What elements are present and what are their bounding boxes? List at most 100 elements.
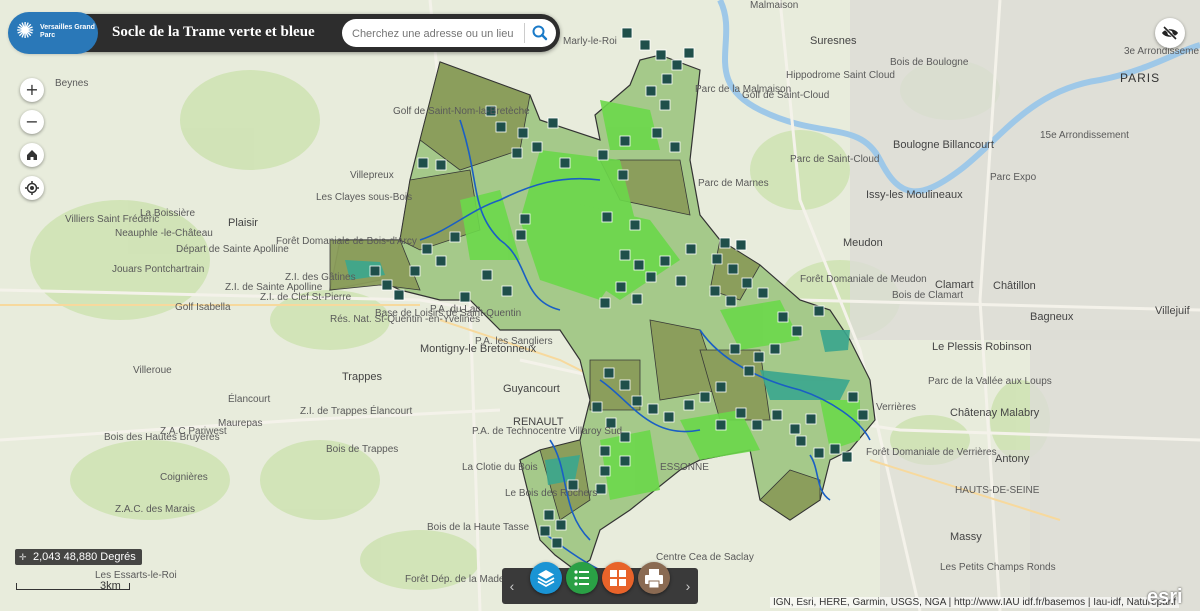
- map-marker-icon[interactable]: [805, 413, 817, 425]
- map-marker-icon[interactable]: [619, 455, 631, 467]
- map-marker-icon[interactable]: [685, 243, 697, 255]
- map-marker-icon[interactable]: [629, 219, 641, 231]
- map-marker-icon[interactable]: [743, 365, 755, 377]
- map-marker-icon[interactable]: [795, 435, 807, 447]
- map-marker-icon[interactable]: [633, 259, 645, 271]
- map-marker-icon[interactable]: [603, 367, 615, 379]
- map-marker-icon[interactable]: [771, 409, 783, 421]
- map-marker-icon[interactable]: [639, 39, 651, 51]
- map-marker-icon[interactable]: [789, 423, 801, 435]
- legend-button[interactable]: [566, 562, 598, 594]
- map-marker-icon[interactable]: [709, 285, 721, 297]
- map-marker-icon[interactable]: [393, 289, 405, 301]
- print-button[interactable]: [638, 562, 670, 594]
- map-marker-icon[interactable]: [661, 73, 673, 85]
- map-marker-icon[interactable]: [517, 127, 529, 139]
- map-marker-icon[interactable]: [597, 149, 609, 161]
- map-marker-icon[interactable]: [841, 451, 853, 463]
- map-marker-icon[interactable]: [769, 343, 781, 355]
- map-marker-icon[interactable]: [715, 381, 727, 393]
- map-marker-icon[interactable]: [459, 291, 471, 303]
- map-marker-icon[interactable]: [421, 243, 433, 255]
- map-marker-icon[interactable]: [515, 229, 527, 241]
- map-marker-icon[interactable]: [519, 213, 531, 225]
- map-marker-icon[interactable]: [559, 157, 571, 169]
- map-marker-icon[interactable]: [601, 211, 613, 223]
- map-marker-icon[interactable]: [619, 135, 631, 147]
- toolbar-next-button[interactable]: ›: [680, 576, 696, 596]
- map-marker-icon[interactable]: [813, 447, 825, 459]
- map-marker-icon[interactable]: [481, 269, 493, 281]
- map-marker-icon[interactable]: [621, 27, 633, 39]
- map-marker-icon[interactable]: [435, 159, 447, 171]
- map-marker-icon[interactable]: [651, 127, 663, 139]
- zoom-out-button[interactable]: −: [20, 110, 44, 134]
- map-marker-icon[interactable]: [599, 445, 611, 457]
- map-marker-icon[interactable]: [617, 169, 629, 181]
- map-canvas[interactable]: Malmaison Suresnes Marly-le-Roi Beynes G…: [0, 0, 1200, 611]
- map-marker-icon[interactable]: [615, 281, 627, 293]
- map-marker-icon[interactable]: [857, 409, 869, 421]
- map-marker-icon[interactable]: [675, 275, 687, 287]
- map-marker-icon[interactable]: [847, 391, 859, 403]
- map-marker-icon[interactable]: [531, 141, 543, 153]
- map-marker-icon[interactable]: [619, 379, 631, 391]
- map-marker-icon[interactable]: [599, 465, 611, 477]
- map-marker-icon[interactable]: [539, 525, 551, 537]
- layers-button[interactable]: [530, 562, 562, 594]
- map-marker-icon[interactable]: [369, 265, 381, 277]
- map-marker-icon[interactable]: [699, 391, 711, 403]
- map-marker-icon[interactable]: [449, 231, 461, 243]
- map-marker-icon[interactable]: [547, 117, 559, 129]
- map-marker-icon[interactable]: [777, 311, 789, 323]
- home-button[interactable]: [20, 143, 44, 167]
- map-marker-icon[interactable]: [599, 297, 611, 309]
- search-input[interactable]: [350, 24, 524, 44]
- map-marker-icon[interactable]: [719, 237, 731, 249]
- map-marker-icon[interactable]: [417, 157, 429, 169]
- map-marker-icon[interactable]: [645, 85, 657, 97]
- toggle-visibility-button[interactable]: [1155, 18, 1185, 48]
- map-marker-icon[interactable]: [683, 47, 695, 59]
- map-marker-icon[interactable]: [659, 99, 671, 111]
- map-marker-icon[interactable]: [751, 419, 763, 431]
- locate-button[interactable]: [20, 176, 44, 200]
- map-marker-icon[interactable]: [501, 285, 513, 297]
- toolbar-prev-button[interactable]: ‹: [504, 576, 520, 596]
- map-marker-icon[interactable]: [711, 253, 723, 265]
- search-button[interactable]: [530, 23, 550, 43]
- map-marker-icon[interactable]: [555, 519, 567, 531]
- map-marker-icon[interactable]: [671, 59, 683, 71]
- map-marker-icon[interactable]: [495, 121, 507, 133]
- map-marker-icon[interactable]: [735, 239, 747, 251]
- map-marker-icon[interactable]: [727, 263, 739, 275]
- map-marker-icon[interactable]: [659, 255, 671, 267]
- map-marker-icon[interactable]: [669, 141, 681, 153]
- map-marker-icon[interactable]: [791, 325, 803, 337]
- map-marker-icon[interactable]: [683, 399, 695, 411]
- map-marker-icon[interactable]: [655, 49, 667, 61]
- map-marker-icon[interactable]: [829, 443, 841, 455]
- map-marker-icon[interactable]: [631, 293, 643, 305]
- map-marker-icon[interactable]: [381, 279, 393, 291]
- map-marker-icon[interactable]: [619, 249, 631, 261]
- zoom-in-button[interactable]: +: [20, 78, 44, 102]
- map-marker-icon[interactable]: [595, 483, 607, 495]
- map-marker-icon[interactable]: [543, 509, 555, 521]
- map-marker-icon[interactable]: [741, 277, 753, 289]
- map-marker-icon[interactable]: [729, 343, 741, 355]
- map-marker-icon[interactable]: [757, 287, 769, 299]
- basemap-gallery-button[interactable]: [602, 562, 634, 594]
- map-marker-icon[interactable]: [715, 419, 727, 431]
- map-marker-icon[interactable]: [409, 265, 421, 277]
- map-marker-icon[interactable]: [551, 537, 563, 549]
- map-marker-icon[interactable]: [435, 255, 447, 267]
- map-marker-icon[interactable]: [591, 401, 603, 413]
- map-marker-icon[interactable]: [735, 407, 747, 419]
- map-marker-icon[interactable]: [663, 411, 675, 423]
- map-marker-icon[interactable]: [725, 295, 737, 307]
- map-marker-icon[interactable]: [631, 395, 643, 407]
- map-marker-icon[interactable]: [647, 403, 659, 415]
- map-marker-icon[interactable]: [753, 351, 765, 363]
- map-marker-icon[interactable]: [511, 147, 523, 159]
